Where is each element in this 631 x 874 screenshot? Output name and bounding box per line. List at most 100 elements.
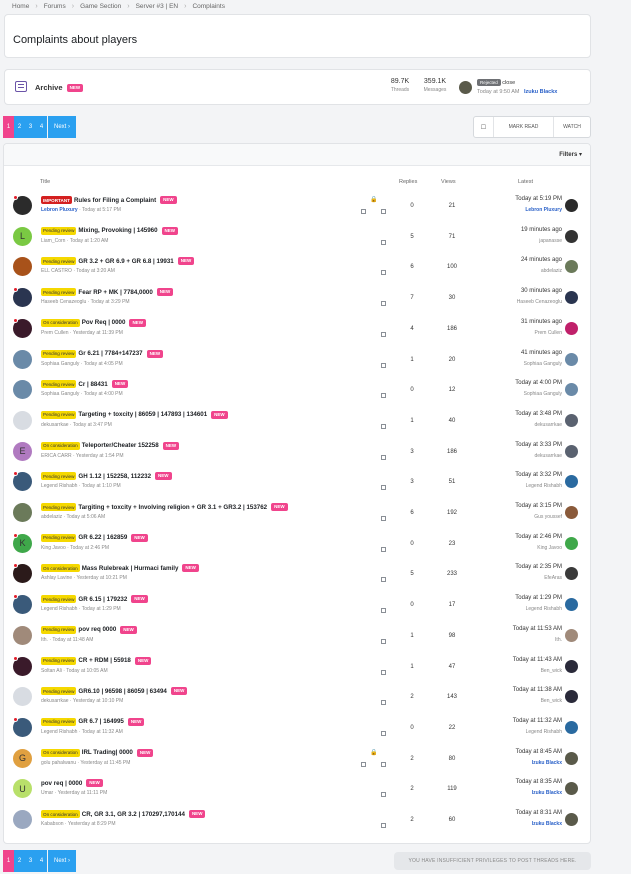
thread-row[interactable]: Pending review Gr 6.21 | 7784+147237 NEW So…: [4, 346, 592, 377]
page-jump-icon[interactable]: [381, 239, 386, 245]
thread-author[interactable]: Umar: [41, 790, 53, 796]
thread-prefix[interactable]: Pending review: [41, 656, 77, 665]
thread-row[interactable]: Pending review GR6.10 | 96598 | 86059 | 6…: [4, 683, 592, 714]
thread-title-text[interactable]: pov req | 0000: [41, 780, 82, 787]
thread-prefix[interactable]: Pending review: [41, 503, 77, 511]
filters-label[interactable]: Filters: [559, 152, 577, 158]
avatar[interactable]: U: [13, 779, 32, 799]
latest-time[interactable]: Today at 8:45 AM: [516, 749, 562, 755]
thread-row[interactable]: Pending review Targeting + toxcity | 8605…: [4, 407, 592, 438]
thread-prefix[interactable]: Pending review: [41, 257, 77, 266]
archive-latest[interactable]: Rejected close Today at 9:50 AM Izuku Bl…: [459, 79, 587, 101]
thread-author[interactable]: King Javoo: [41, 545, 66, 551]
latest-avatar[interactable]: [565, 413, 578, 427]
page-jump-icon[interactable]: [381, 577, 386, 583]
thread-row[interactable]: Pending review GH 1.12 | 152258, 112232 NE…: [4, 468, 592, 499]
mark-read-button[interactable]: MARK READ: [494, 117, 554, 137]
latest-avatar[interactable]: [565, 813, 578, 826]
thread-row[interactable]: Pending review GR 6.15 | 179232 NEW Legend …: [4, 591, 592, 622]
thread-author[interactable]: Ashlay Lavine: [41, 575, 72, 581]
thread-prefix[interactable]: Pending review: [41, 625, 77, 634]
latest-avatar[interactable]: [565, 506, 578, 519]
latest-user[interactable]: King Javoo: [537, 545, 562, 551]
avatar[interactable]: [13, 810, 32, 829]
thread-start-date[interactable]: Yesterday at 11:11 PM: [58, 790, 108, 796]
page-3[interactable]: 3: [25, 850, 36, 872]
thread-author[interactable]: ELL CASTRO: [41, 268, 72, 274]
page-4[interactable]: 4: [36, 850, 47, 872]
thread-start-date[interactable]: Yesterday at 11:45 PM: [80, 760, 130, 766]
thread-row[interactable]: On consideration CR, GR 3.1, GR 3.2 | 170…: [4, 806, 592, 837]
latest-avatar[interactable]: [565, 229, 578, 243]
latest-time[interactable]: Today at 3:32 PM: [515, 472, 562, 478]
avatar[interactable]: [13, 410, 32, 430]
thread-title-text[interactable]: Rules for Filing a Complaint: [74, 197, 156, 204]
thread-row[interactable]: Pending review GR 6.7 | 164995 NEW Legend R…: [4, 714, 592, 745]
latest-user[interactable]: dekusarrkae: [534, 453, 562, 459]
thread-prefix[interactable]: Pending review: [41, 288, 77, 297]
page-jump-icon[interactable]: [361, 209, 366, 214]
thread-prefix[interactable]: On consideration: [41, 564, 80, 573]
latest-time[interactable]: 31 minutes ago: [521, 319, 562, 325]
latest-user[interactable]: japanasse: [539, 238, 562, 244]
thread-title-text[interactable]: Fear RP + MK | 7784,0000: [78, 289, 152, 296]
thread-row[interactable]: Pending review Targiting + toxcity + Invo…: [4, 499, 592, 530]
watch-button[interactable]: WATCH: [554, 117, 590, 137]
thread-author[interactable]: Legend Rishabh: [41, 606, 77, 612]
latest-time[interactable]: Today at 2:35 PM: [515, 564, 562, 570]
breadcrumb-forums[interactable]: Forums: [44, 3, 66, 10]
latest-user[interactable]: Sophiaa Ganguly: [524, 361, 562, 367]
latest-user[interactable]: Legend Rishabh: [526, 606, 562, 612]
thread-author[interactable]: Sophiaa Ganguly: [41, 391, 79, 397]
latest-avatar[interactable]: [565, 720, 578, 734]
thread-author[interactable]: Legend Rishabh: [41, 729, 77, 735]
latest-avatar[interactable]: [565, 475, 578, 489]
thread-title-text[interactable]: IRL Trading| 0000: [82, 749, 133, 756]
thread-title[interactable]: Pending review pov req 0000 NEW: [41, 625, 137, 634]
breadcrumb-game-section[interactable]: Game Section: [80, 3, 121, 10]
avatar[interactable]: L: [13, 226, 32, 246]
page-jump-icon[interactable]: [381, 301, 386, 307]
thread-title-text[interactable]: Mass Rulebreak | Hurmaci family: [82, 565, 179, 572]
latest-user[interactable]: Legend Rishabh: [526, 483, 562, 489]
thread-row[interactable]: K Pending review GR 6.22 | 162859 NEW King J…: [4, 530, 592, 561]
page-jump-icon[interactable]: [381, 209, 386, 214]
latest-time[interactable]: 19 minutes ago: [521, 227, 562, 233]
thread-start-date[interactable]: Today at 2:46 PM: [70, 545, 109, 551]
latest-avatar[interactable]: [565, 751, 578, 765]
thread-author[interactable]: Sophiaa Ganguly: [41, 361, 79, 367]
avatar[interactable]: [13, 257, 32, 277]
thread-prefix[interactable]: Pending review: [41, 533, 77, 542]
thread-prefix[interactable]: On consideration: [41, 748, 80, 757]
page-jump-icon[interactable]: [381, 761, 386, 767]
thread-title[interactable]: Pending review GR6.10 | 96598 | 86059 | 6…: [41, 687, 188, 696]
latest-time[interactable]: Today at 4:00 PM: [515, 380, 562, 386]
thread-start-date[interactable]: Today at 3:20 AM: [76, 268, 115, 274]
avatar[interactable]: [13, 625, 32, 645]
thread-row[interactable]: Pending review GR 3.2 + GR 6.9 + GR 6.8 |…: [4, 253, 592, 284]
thread-start-date[interactable]: Today at 1:29 PM: [82, 606, 121, 612]
page-jump-icon[interactable]: [381, 792, 386, 798]
thread-prefix[interactable]: Pending review: [41, 472, 77, 481]
latest-time[interactable]: Today at 1:29 PM: [515, 595, 562, 601]
latest-time[interactable]: Today at 8:31 AM: [516, 810, 562, 816]
thread-start-date[interactable]: Today at 3:47 PM: [73, 422, 112, 428]
thread-start-date[interactable]: Today at 5:06 AM: [67, 514, 106, 520]
next-page-button[interactable]: Next ›: [48, 850, 76, 872]
thread-author[interactable]: Liam_Corn: [41, 238, 65, 244]
filters-button[interactable]: Filters ▾: [559, 151, 582, 158]
thread-prefix[interactable]: On consideration: [41, 318, 80, 327]
latest-avatar[interactable]: [565, 782, 578, 796]
latest-user[interactable]: Sophiaa Ganguly: [524, 391, 562, 397]
thread-author[interactable]: Prem Cullen: [41, 330, 69, 336]
thread-title-text[interactable]: pov req 0000: [78, 626, 116, 633]
thread-start-date[interactable]: Today at 4:05 PM: [84, 361, 123, 367]
latest-user[interactable]: dekusarrkae: [534, 422, 562, 428]
latest-avatar[interactable]: [565, 598, 578, 612]
thread-title[interactable]: Pending review GR 6.15 | 179232 NEW: [41, 595, 148, 604]
latest-user[interactable]: Legend Rishabh: [526, 729, 562, 735]
thread-title[interactable]: Pending review GH 1.12 | 152258, 112232 NE…: [41, 472, 172, 481]
latest-user[interactable]: Izuku Blackx: [532, 790, 562, 796]
thread-row[interactable]: G On consideration IRL Trading| 0000 NEW gol…: [4, 745, 592, 776]
thread-prefix[interactable]: Pending review: [41, 595, 77, 604]
